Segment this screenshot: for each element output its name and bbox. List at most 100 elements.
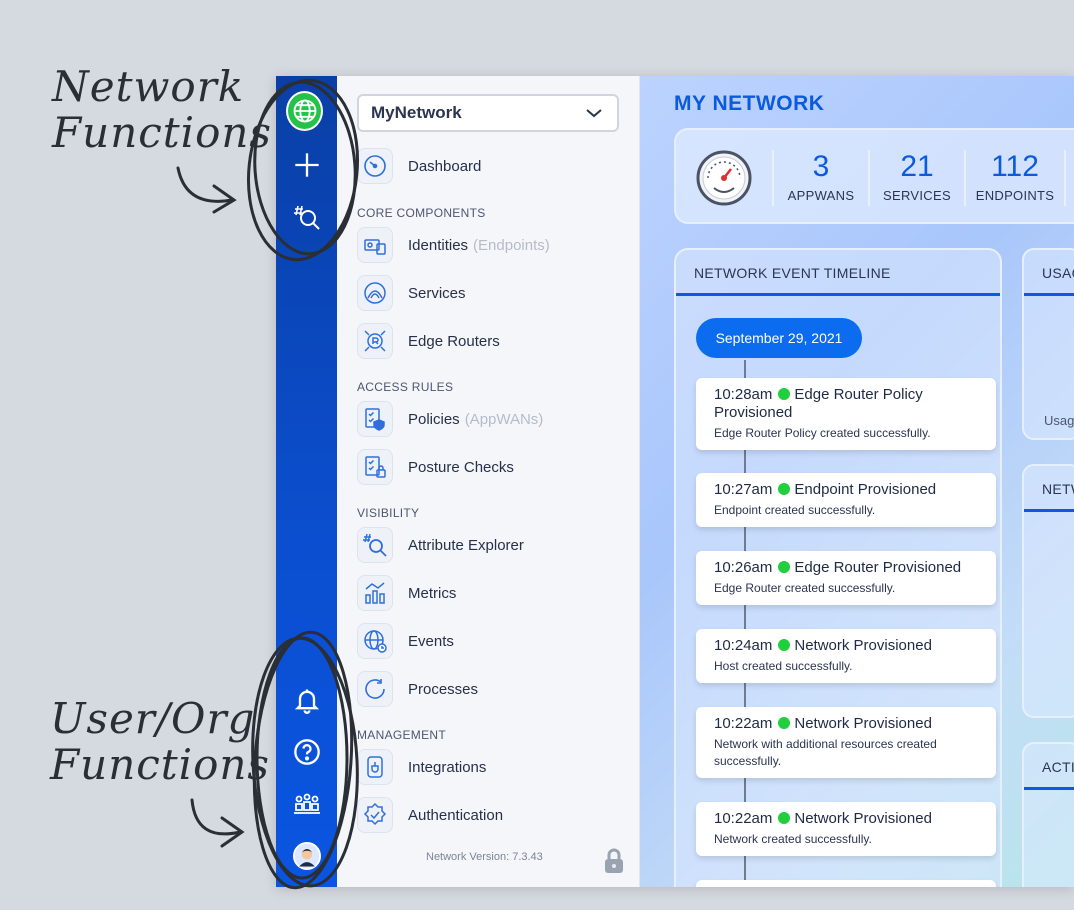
nav-label: Identities [408,236,469,254]
event-name: Network Provisioned [794,810,932,827]
nav-item-services[interactable]: Services [357,273,466,313]
identities-icon [357,227,393,263]
authentication-icon [357,797,393,833]
dashboard-gauge-icon [357,148,393,184]
timeline-event[interactable]: 10:28am Edge Router Policy Provisioned Ed… [696,378,996,450]
nav-sublabel: (Endpoints) [473,236,550,254]
timeline-event[interactable] [696,880,996,887]
attribute-explorer-icon [357,527,393,563]
attribute-search-icon [293,205,320,230]
stat-endpoints[interactable]: 112 ENDPOINTS [964,150,1064,206]
side-navigation: MyNetwork Dashboard CORE COMPONENTS Iden… [337,76,640,887]
annotation-arrow-bottom [220,816,245,848]
section-label-visibility: VISIBILITY [357,506,420,520]
section-label-management: MANAGEMENT [357,728,447,742]
timeline-header: NETWORK EVENT TIMELINE [676,250,1000,296]
timeline-event[interactable]: 10:22am Network Provisioned Network creat… [696,802,996,856]
nav-label: Posture Checks [408,458,514,476]
network-selector[interactable]: MyNetwork [357,94,619,132]
nav-label: Services [408,284,466,302]
event-name: Network Provisioned [794,637,932,654]
nav-item-policies[interactable]: Policies (AppWANs) [357,399,543,439]
annotation-line: Functions [52,108,272,157]
services-icon [357,275,393,311]
nav-item-posture-checks[interactable]: Posture Checks [357,447,514,487]
annotation-network-functions: Network Functions [52,64,272,156]
nav-label: Events [408,632,454,650]
organization-icon [293,793,320,814]
event-time: 10:22am [714,810,773,827]
stat-divider [1064,150,1074,206]
annotation-arrow-bottom [190,798,242,836]
network-card-header: NETW [1024,466,1074,512]
chevron-down-icon [586,109,602,118]
attribute-search-button[interactable] [288,198,325,235]
event-title: 10:26am Edge Router Provisioned [714,559,978,577]
nav-item-edge-routers[interactable]: Edge Routers [357,321,500,361]
usage-note: Usag [1044,413,1074,428]
nav-sublabel: (AppWANs) [464,410,544,428]
event-description: Endpoint created successfully. [714,503,876,517]
stat-value: 3 [812,150,830,183]
usage-card: USAG Usag [1022,248,1074,440]
event-name: Network Provisioned [794,715,932,732]
nav-item-integrations[interactable]: Integrations [357,747,486,787]
usage-card-header: USAG [1024,250,1074,296]
notifications-button[interactable] [288,681,325,718]
nav-label: Integrations [408,758,487,776]
timeline-event[interactable]: 10:27am Endpoint Provisioned Endpoint cre… [696,473,996,527]
organization-button[interactable] [288,785,325,822]
event-name: Endpoint Provisioned [794,481,937,498]
timeline-event[interactable]: 10:26am Edge Router Provisioned Edge Rout… [696,551,996,605]
annotation-user-org-functions: User/Org Functions [50,696,270,788]
timeline-event[interactable]: 10:22am Network Provisioned Network with … [696,707,996,778]
stat-label: APPWANS [787,188,855,203]
status-dot-icon [778,812,791,824]
nav-item-events[interactable]: Events [357,621,454,661]
stat-label: SERVICES [883,188,951,203]
integrations-icon [357,749,393,785]
nav-label: Policies [408,410,460,428]
nav-item-processes[interactable]: Processes [357,669,478,709]
event-title: 10:22am Network Provisioned [714,810,978,828]
event-description: Network with additional resources create… [714,737,937,768]
activity-card: ACTI [1022,742,1074,887]
event-description: Host created successfully. [714,659,853,673]
event-title: 10:28am Edge Router Policy Provisioned [714,386,978,422]
event-time: 10:22am [714,715,773,732]
section-label-access: ACCESS RULES [357,380,454,394]
event-title: 10:27am Endpoint Provisioned [714,481,978,499]
stat-label: ENDPOINTS [975,188,1055,203]
stat-value: 112 [991,150,1039,183]
stat-appwans[interactable]: 3 APPWANS [772,150,868,206]
nav-item-metrics[interactable]: Metrics [357,573,456,613]
page-title: MY NETWORK [674,92,825,115]
icon-rail [276,76,337,887]
event-description: Edge Router created successfully. [714,581,896,595]
metrics-icon [357,575,393,611]
network-globe-button[interactable] [286,90,323,131]
stat-value: 21 [900,150,934,183]
nav-item-authentication[interactable]: Authentication [357,795,503,835]
stat-services[interactable]: 21 SERVICES [868,150,964,206]
nav-label: Authentication [408,806,504,824]
events-icon [357,623,393,659]
event-time: 10:24am [714,637,773,654]
timeline-event[interactable]: 10:24am Network Provisioned Host created … [696,629,996,683]
status-dot-icon [778,561,791,573]
add-button[interactable] [288,146,325,183]
section-label-core: CORE COMPONENTS [357,206,486,220]
app-window: MyNetwork Dashboard CORE COMPONENTS Iden… [276,76,1074,887]
annotation-line: Network [52,62,245,111]
nav-item-identities[interactable]: Identities (Endpoints) [357,225,550,265]
network-selector-value: MyNetwork [371,103,462,122]
help-button[interactable] [288,733,325,770]
event-time: 10:28am [714,386,773,403]
main-content: MY NETWORK 3 APPWANS 21 SERVICES 112 END… [640,76,1074,887]
user-avatar-button[interactable] [288,837,325,874]
timeline-date-pill[interactable]: September 29, 2021 [696,318,862,358]
nav-item-attribute-explorer[interactable]: Attribute Explorer [357,525,524,565]
status-dot-icon [778,639,791,651]
nav-item-dashboard[interactable]: Dashboard [357,146,481,186]
lock-icon[interactable] [603,847,625,875]
